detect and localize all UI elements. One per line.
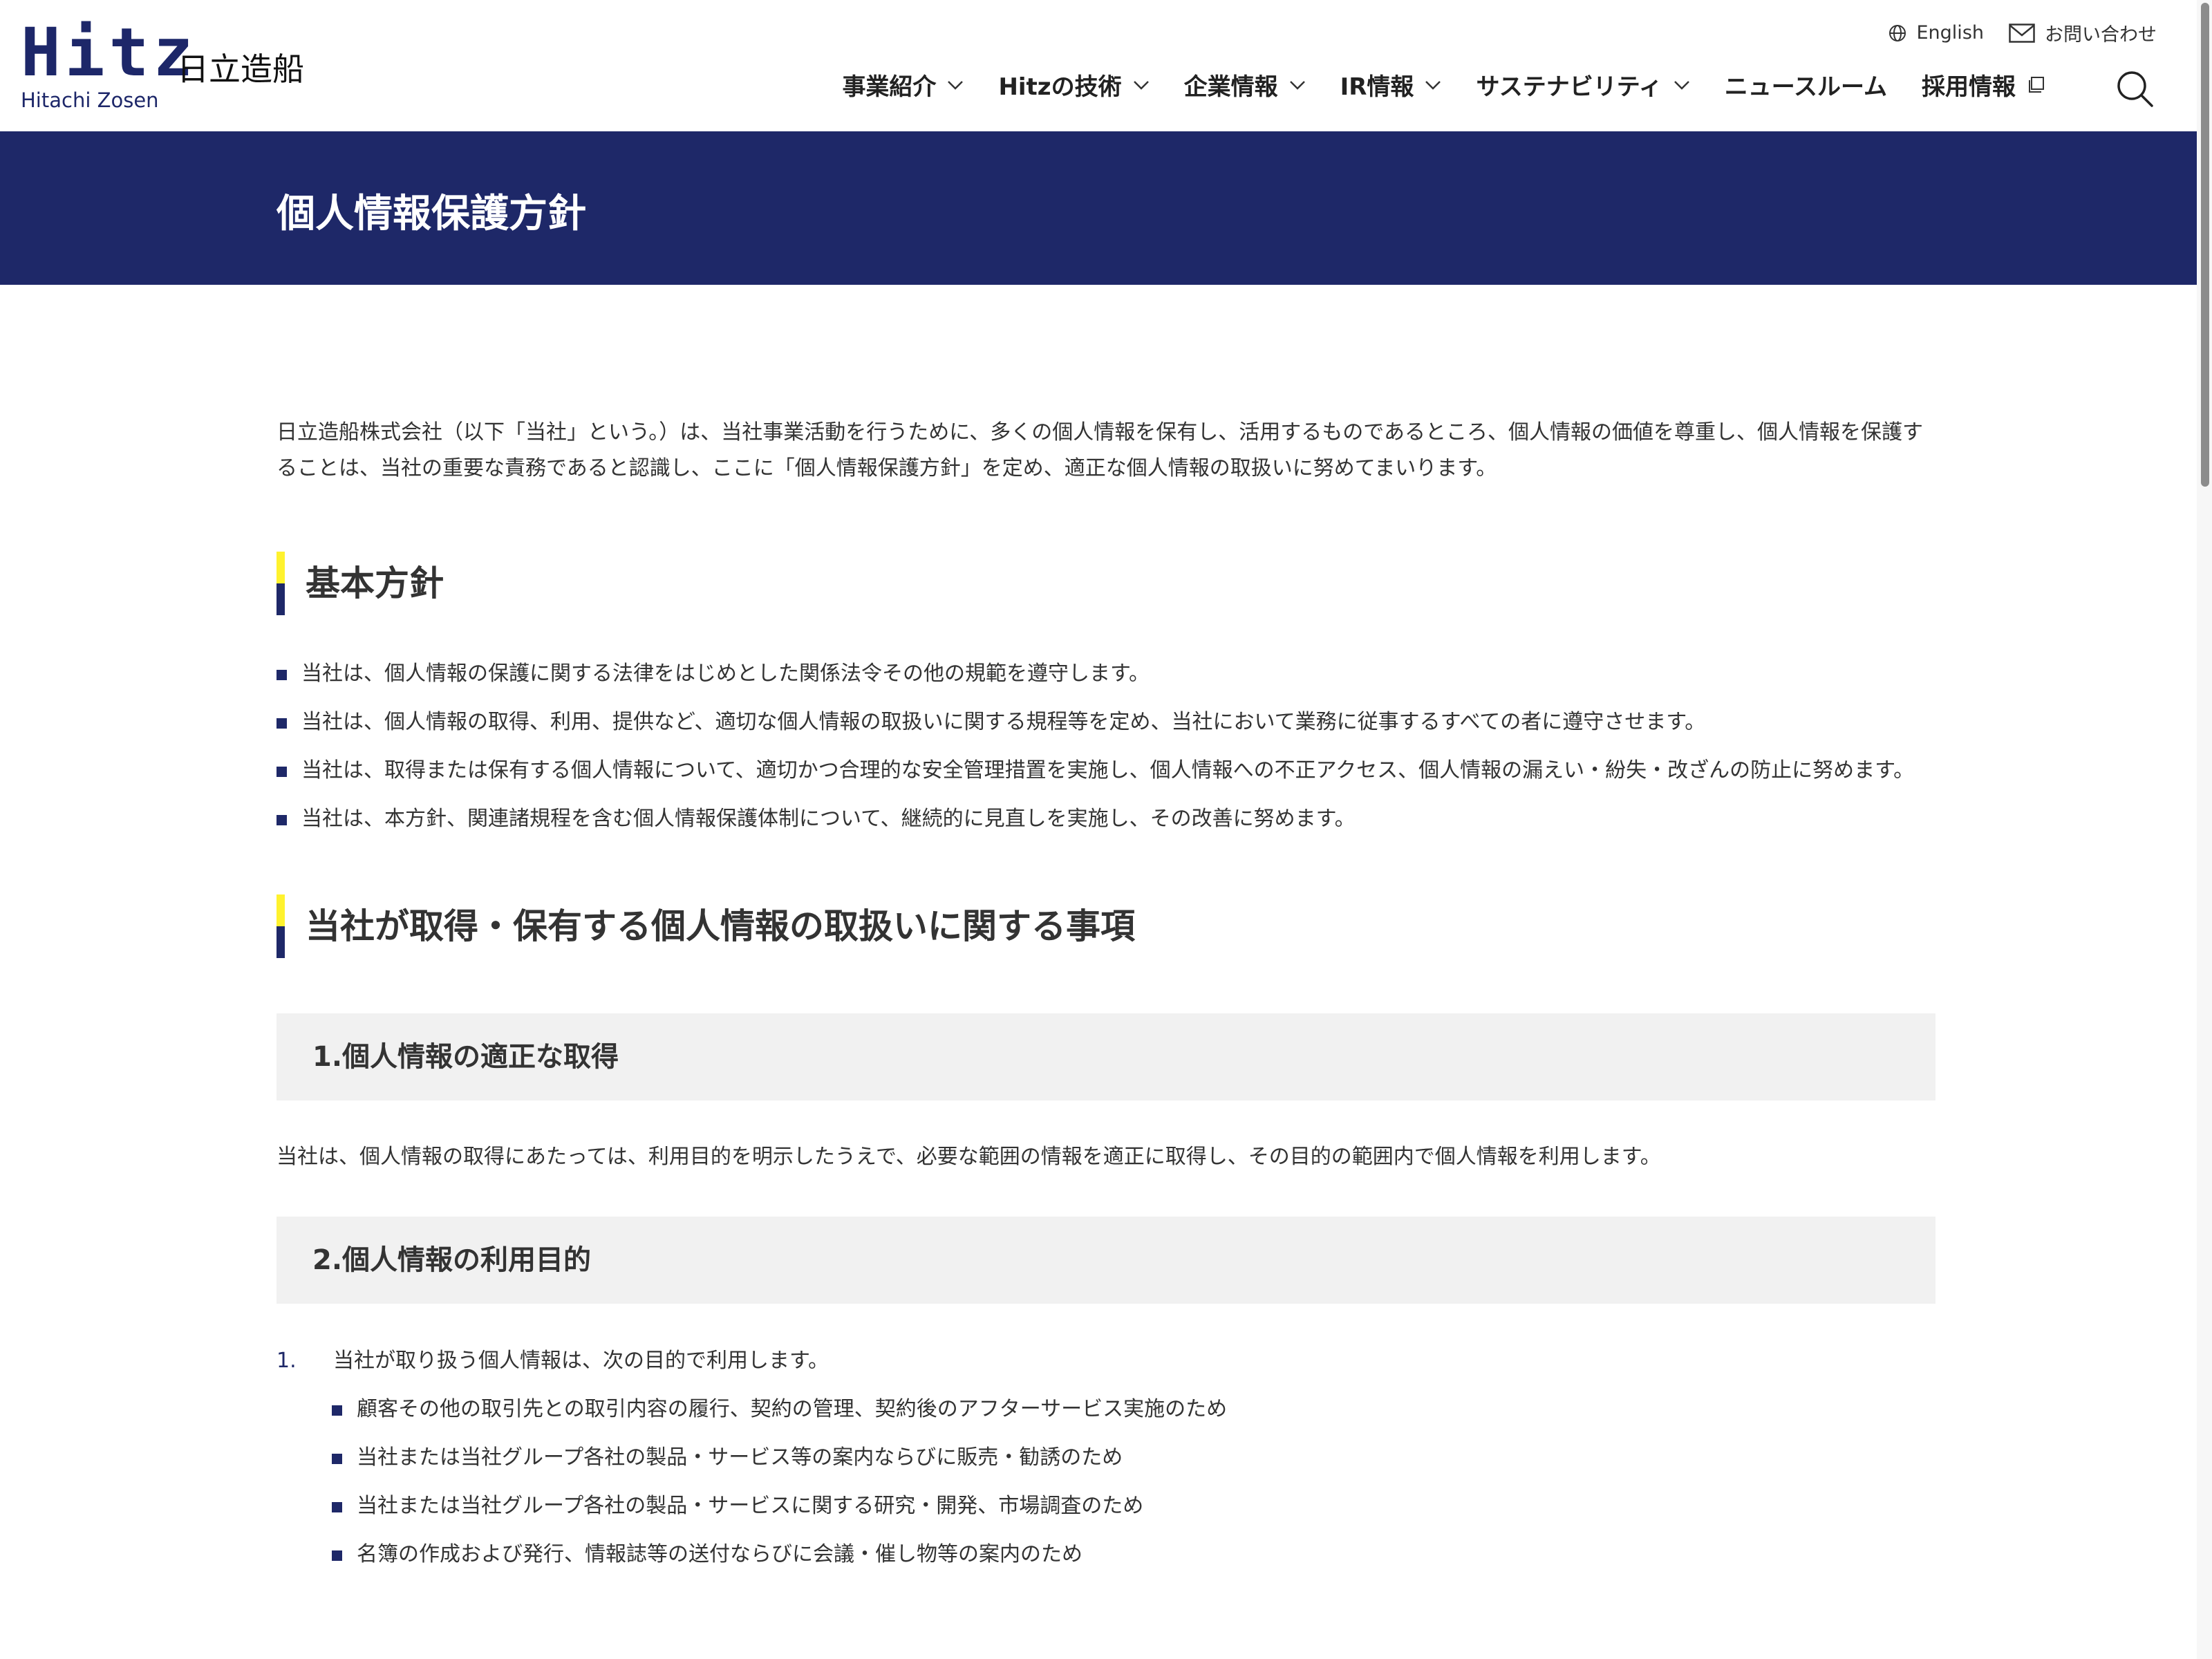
list-text: 当社が取り扱う個人情報は、次の目的で利用します。: [333, 1349, 829, 1373]
purpose-list: 顧客その他の取引先との取引内容の履行、契約の管理、契約後のアフターサービス実施の…: [332, 1392, 1936, 1572]
list-item: 顧客その他の取引先との取引内容の履行、契約の管理、契約後のアフターサービス実施の…: [332, 1392, 1936, 1427]
ordered-list-item: 1. 当社が取り扱う個人情報は、次の目的で利用します。: [276, 1344, 1936, 1378]
hitz-logo[interactable]: Hitz 日立造船 Hitachi Zosen: [21, 14, 304, 112]
search-button[interactable]: [2115, 69, 2155, 112]
nav-ir[interactable]: IR情報: [1340, 68, 1442, 102]
utility-links: English お問い合わせ: [1888, 19, 2157, 46]
list-item: 当社は、個人情報の取得、利用、提供など、適切な個人情報の取扱いに関する規程等を定…: [276, 705, 1936, 740]
list-item: 当社は、本方針、関連諸規程を含む個人情報保護体制について、継続的に見直しを実施し…: [276, 802, 1936, 836]
list-item: 当社または当社グループ各社の製品・サービス等の案内ならびに販売・勧誘のため: [332, 1441, 1936, 1475]
list-item: 当社または当社グループ各社の製品・サービスに関する研究・開発、市場調査のため: [332, 1489, 1936, 1524]
chevron-down-icon: [1674, 80, 1689, 90]
section-2-ordered-list: 1. 当社が取り扱う個人情報は、次の目的で利用します。 顧客その他の取引先との取…: [276, 1344, 1936, 1572]
heading-accent-navy: [276, 583, 285, 615]
contact-link[interactable]: お問い合わせ: [2009, 19, 2157, 46]
section-2-heading: 2.個人情報の利用目的: [276, 1217, 1936, 1304]
list-number: 1.: [276, 1349, 297, 1373]
handling-heading-text: 当社が取得・保有する個人情報の取扱いに関する事項: [306, 906, 1135, 946]
site-header: Hitz 日立造船 Hitachi Zosen English お問い合わせ 事…: [0, 0, 2212, 131]
nav-ir-label: IR情報: [1340, 73, 1414, 101]
section-1-heading: 1.個人情報の適正な取得: [276, 1013, 1936, 1100]
handling-heading: 当社が取得・保有する個人情報の取扱いに関する事項: [276, 894, 1936, 958]
nav-newsroom-label: ニュースルーム: [1724, 73, 1887, 101]
nav-newsroom[interactable]: ニュースルーム: [1725, 68, 1887, 102]
scrollbar-track[interactable]: [2197, 0, 2212, 1659]
nav-technology-label: Hitzの技術: [998, 73, 1122, 101]
main-content: 日立造船株式会社（以下「当社」という。）は、当社事業活動を行うために、多くの個人…: [276, 415, 1936, 1586]
heading-accent-yellow: [276, 894, 285, 926]
basic-policy-heading-text: 基本方針: [306, 563, 444, 603]
list-item: 当社は、個人情報の保護に関する法律をはじめとした関係法令その他の規範を遵守します…: [276, 657, 1936, 691]
list-item: 名簿の作成および発行、情報誌等の送付ならびに会議・催し物等の案内のため: [332, 1537, 1936, 1572]
intro-text: 日立造船株式会社（以下「当社」という。）は、当社事業活動を行うために、多くの個人…: [276, 420, 1923, 480]
chevron-down-icon: [1133, 80, 1149, 90]
section-1-body: 当社は、個人情報の取得にあたっては、利用目的を明示したうえで、必要な範囲の情報を…: [276, 1145, 1661, 1169]
heading-accent-navy: [276, 926, 285, 958]
nav-sustainability-label: サステナビリティ: [1476, 73, 1662, 101]
basic-policy-heading: 基本方針: [276, 552, 1936, 615]
logo-name-jp: 日立造船: [177, 50, 304, 88]
list-item: 当社は、取得または保有する個人情報について、適切かつ合理的な安全管理措置を実施し…: [276, 753, 1936, 788]
nav-sustainability[interactable]: サステナビリティ: [1476, 68, 1689, 102]
english-link[interactable]: English: [1888, 22, 1985, 44]
globe-icon: [1888, 24, 1906, 41]
external-link-icon: [2029, 76, 2044, 93]
search-icon: [2117, 71, 2153, 107]
nav-recruit[interactable]: 採用情報: [1922, 68, 2046, 102]
logo-name-en: Hitachi Zosen: [21, 88, 159, 112]
page-title: 個人情報保護方針: [276, 191, 586, 236]
nav-company-label: 企業情報: [1183, 73, 1278, 101]
logo-mark: Hitz: [21, 14, 198, 91]
mail-icon: [2009, 23, 2035, 43]
nav-technology[interactable]: Hitzの技術: [998, 68, 1149, 102]
english-label: English: [1916, 22, 1985, 44]
nav-business-label: 事業紹介: [842, 73, 937, 101]
chevron-down-icon: [1425, 80, 1441, 90]
basic-policy-list: 当社は、個人情報の保護に関する法律をはじめとした関係法令その他の規範を遵守します…: [276, 657, 1936, 836]
heading-accent-yellow: [276, 552, 285, 583]
nav-recruit-label: 採用情報: [1922, 73, 2016, 101]
chevron-down-icon: [1289, 80, 1305, 90]
contact-label: お問い合わせ: [2045, 24, 2157, 46]
nav-business[interactable]: 事業紹介: [842, 68, 964, 102]
chevron-down-icon: [948, 80, 964, 90]
scrollbar-thumb[interactable]: [2201, 3, 2209, 487]
global-nav: 事業紹介 Hitzの技術 企業情報 IR情報 サステナビリティ ニュースルーム …: [807, 68, 2046, 102]
page-title-band: 個人情報保護方針: [0, 131, 2212, 285]
nav-company[interactable]: 企業情報: [1184, 68, 1306, 102]
